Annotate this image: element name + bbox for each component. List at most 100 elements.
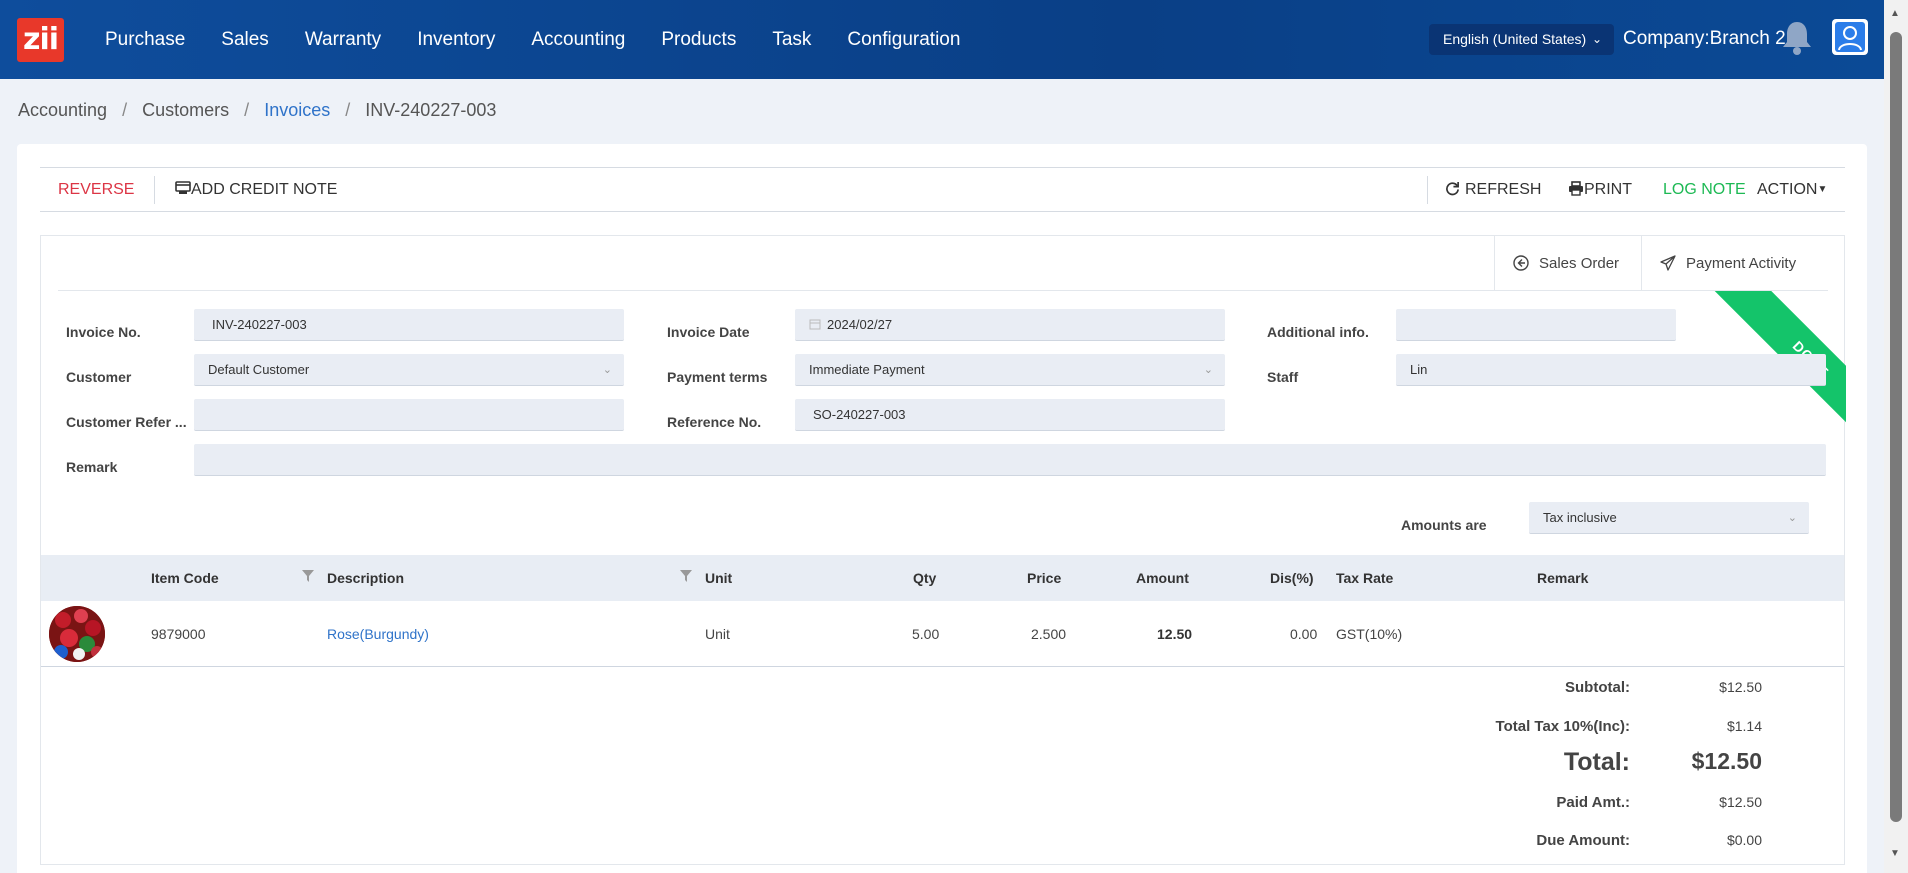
line-items-header: Item Code Description Unit Qty Price Amo… [41, 555, 1844, 601]
amounts-are-value: Tax inclusive [1543, 510, 1617, 525]
cell-unit: Unit [705, 626, 730, 642]
payment-terms-value: Immediate Payment [809, 362, 925, 377]
log-note-button[interactable]: LOG NOTE [1663, 168, 1746, 211]
filter-icon[interactable] [679, 569, 693, 583]
customer-label: Customer [66, 369, 132, 385]
breadcrumb-current: INV-240227-003 [365, 100, 497, 120]
toolbar-divider [154, 176, 155, 204]
nav-configuration[interactable]: Configuration [847, 29, 960, 51]
col-description[interactable]: Description [327, 555, 404, 601]
sales-order-label: Sales Order [1539, 254, 1620, 272]
print-button[interactable]: PRINT [1568, 168, 1632, 211]
cell-description-link[interactable]: Rose(Burgundy) [327, 601, 429, 667]
payment-terms-label: Payment terms [667, 369, 768, 385]
nav-warranty[interactable]: Warranty [305, 29, 381, 51]
invoice-date-value: 2024/02/27 [827, 317, 893, 332]
print-label: PRINT [1584, 181, 1632, 198]
nav-accounting[interactable]: Accounting [531, 29, 625, 51]
caret-down-icon: ▼ [1817, 184, 1828, 195]
language-value: English (United States) [1443, 31, 1587, 47]
header-divider [58, 290, 1828, 291]
breadcrumb-separator: / [244, 100, 250, 120]
bell-icon[interactable] [1779, 19, 1815, 57]
col-item-code[interactable]: Item Code [151, 555, 219, 601]
remark-label: Remark [66, 459, 118, 475]
table-row[interactable]: 9879000 Rose(Burgundy) Unit 5.00 2.500 1… [41, 601, 1844, 667]
amounts-are-label: Amounts are [1401, 517, 1487, 533]
cell-amount: 12.50 [1157, 626, 1193, 642]
printer-icon [1569, 181, 1583, 196]
breadcrumb-customers: Customers [142, 100, 230, 120]
action-dropdown[interactable]: ACTION▼ [1757, 168, 1827, 211]
main-nav: Purchase Sales Warranty Inventory Accoun… [105, 0, 996, 79]
due-amount-value: $0.00 [1726, 832, 1762, 848]
customer-value: Default Customer [208, 362, 310, 377]
total-tax-value: $1.14 [1726, 718, 1762, 734]
reference-no-label: Reference No. [667, 414, 762, 430]
staff-field[interactable]: Lin [1396, 354, 1826, 386]
page-scrollbar[interactable]: ▲ ▼ [1884, 0, 1908, 873]
filter-icon[interactable] [301, 569, 315, 583]
subtotal-label: Subtotal: [1565, 679, 1630, 696]
remark-field[interactable] [194, 444, 1826, 476]
subtotal-value: $12.50 [1719, 679, 1762, 695]
product-thumbnail [49, 606, 105, 662]
payment-terms-select[interactable]: Immediate Payment ⌄ [795, 354, 1225, 386]
breadcrumb-separator: / [122, 100, 128, 120]
scroll-up-arrow-icon[interactable]: ▲ [1890, 8, 1900, 19]
cell-qty: 5.00 [912, 626, 940, 642]
total-tax-label: Total Tax 10%(Inc): [1495, 718, 1630, 735]
chevron-down-icon: ⌄ [1591, 32, 1602, 46]
breadcrumb-accounting: Accounting [18, 100, 108, 120]
action-label: ACTION [1757, 181, 1818, 198]
language-select[interactable]: English (United States) ⌄ [1429, 24, 1614, 55]
nav-products[interactable]: Products [661, 29, 736, 51]
nav-purchase[interactable]: Purchase [105, 29, 185, 51]
sales-order-button[interactable]: Sales Order [1494, 236, 1641, 290]
invoice-form: Sales Order Payment Activity DONE Invoic… [40, 235, 1846, 865]
customer-select[interactable]: Default Customer ⌄ [194, 354, 624, 386]
chevron-down-icon: ⌄ [1787, 512, 1797, 524]
nav-inventory[interactable]: Inventory [417, 29, 495, 51]
app-logo[interactable]: zii [17, 18, 64, 62]
customer-ref-label: Customer Refer ... [66, 414, 187, 430]
col-unit[interactable]: Unit [705, 555, 732, 601]
staff-label: Staff [1267, 369, 1299, 385]
nav-sales[interactable]: Sales [221, 29, 269, 51]
breadcrumb-invoices[interactable]: Invoices [264, 100, 330, 120]
company-switcher[interactable]: Company:Branch 2 [1623, 28, 1786, 50]
reference-no-field[interactable]: SO-240227-003 [795, 399, 1225, 431]
nav-task[interactable]: Task [772, 29, 811, 51]
total-label: Total: [1563, 748, 1630, 776]
user-icon [1835, 22, 1865, 52]
col-discount[interactable]: Dis(%) [1270, 555, 1314, 601]
user-avatar[interactable] [1832, 19, 1868, 55]
customer-ref-field[interactable] [194, 399, 624, 431]
action-toolbar: REVERSE ADD CREDIT NOTE REFRESH PRINT LO… [40, 167, 1845, 212]
invoice-no-field[interactable]: INV-240227-003 [194, 309, 624, 341]
scroll-down-arrow-icon[interactable]: ▼ [1890, 848, 1900, 859]
col-amount[interactable]: Amount [1136, 555, 1189, 601]
invoice-date-field[interactable]: 2024/02/27 [795, 309, 1225, 341]
paper-plane-icon [1660, 255, 1676, 271]
col-tax-rate[interactable]: Tax Rate [1336, 555, 1393, 601]
amounts-are-select[interactable]: Tax inclusive ⌄ [1529, 502, 1809, 534]
col-remark[interactable]: Remark [1537, 555, 1588, 601]
additional-info-field[interactable] [1396, 309, 1676, 341]
smart-buttons: Sales Order Payment Activity [1494, 236, 1818, 290]
invoice-card: REVERSE ADD CREDIT NOTE REFRESH PRINT LO… [17, 144, 1867, 873]
scroll-thumb[interactable] [1890, 32, 1902, 822]
arrow-circle-left-icon [1513, 255, 1529, 271]
credit-note-icon [175, 181, 191, 194]
col-qty[interactable]: Qty [913, 555, 936, 601]
reverse-button[interactable]: REVERSE [58, 168, 134, 211]
add-credit-note-button[interactable]: ADD CREDIT NOTE [175, 168, 337, 211]
invoice-no-label: Invoice No. [66, 324, 141, 340]
refresh-icon [1446, 181, 1459, 196]
chevron-down-icon: ⌄ [602, 364, 612, 376]
add-credit-note-label: ADD CREDIT NOTE [191, 181, 338, 198]
payment-activity-button[interactable]: Payment Activity [1641, 236, 1818, 290]
refresh-button[interactable]: REFRESH [1445, 168, 1541, 211]
payment-activity-label: Payment Activity [1686, 254, 1797, 272]
col-price[interactable]: Price [1027, 555, 1061, 601]
